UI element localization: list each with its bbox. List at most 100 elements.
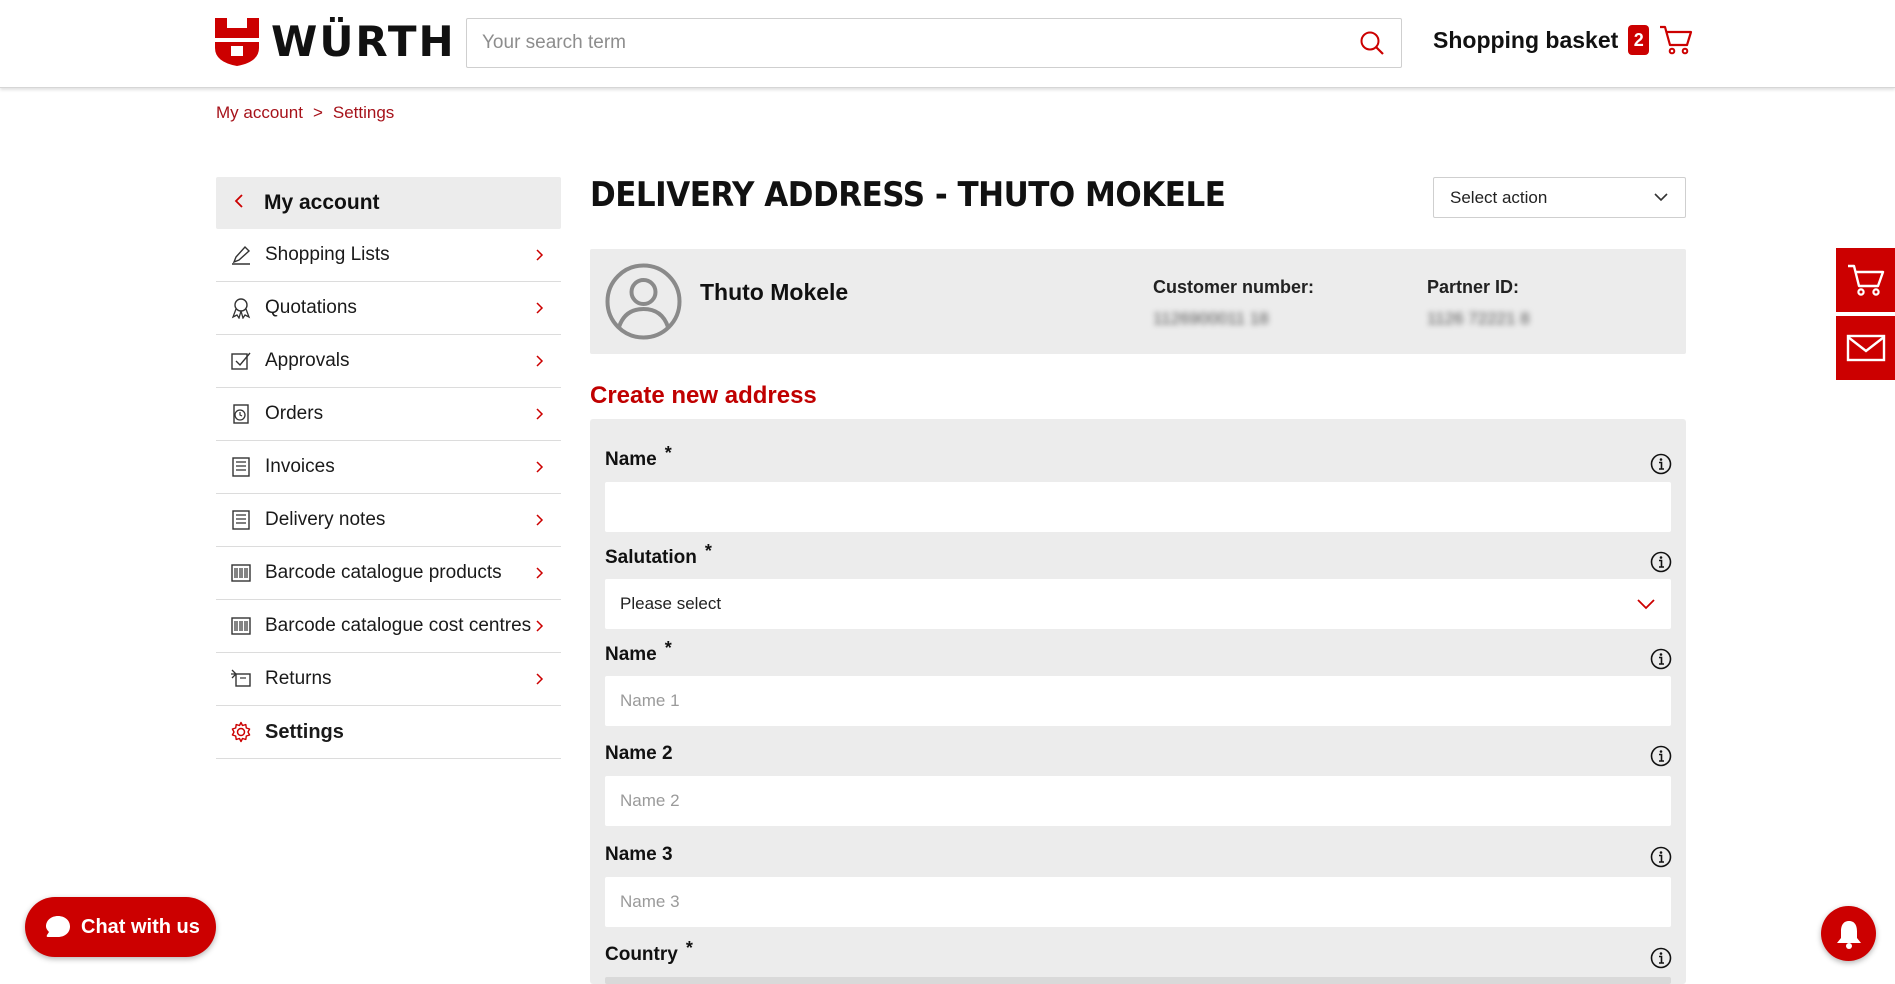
wurth-logo[interactable]: WÜRTH	[215, 18, 456, 66]
country-select[interactable]	[605, 977, 1671, 984]
chevron-right-icon	[536, 673, 544, 685]
sidebar-item-label: Delivery notes	[265, 509, 386, 530]
sidebar-item-orders[interactable]: Orders	[216, 388, 561, 441]
customer-number-value: 1126900011 18	[1153, 309, 1269, 328]
info-icon[interactable]	[1650, 745, 1672, 767]
field-label-text: Name	[605, 449, 657, 470]
required-marker: *	[685, 938, 693, 958]
document-icon	[229, 508, 253, 532]
sidebar-item-label: Orders	[265, 403, 324, 424]
required-marker: *	[664, 638, 672, 658]
page-title: DELIVERY ADDRESS - THUTO MOKELE	[590, 176, 1226, 215]
sidebar-item-label: Returns	[265, 668, 332, 689]
wurth-shield-icon	[215, 18, 259, 66]
customer-card: Thuto Mokele Customer number: 1126900011…	[590, 249, 1686, 354]
chevron-right-icon	[536, 408, 544, 420]
partner-id-value: 1126 72221 8	[1427, 309, 1530, 328]
breadcrumb-separator: >	[312, 103, 323, 122]
sidebar-header-label: My account	[264, 191, 380, 214]
sidebar-item-delivery-notes[interactable]: Delivery notes	[216, 494, 561, 547]
notification-bell-button[interactable]	[1821, 906, 1876, 961]
chat-label: Chat with us	[81, 915, 200, 938]
brand-name: WÜRTH	[271, 17, 456, 66]
sidebar-item-label: Shopping Lists	[265, 244, 390, 265]
chat-with-us-button[interactable]: Chat with us	[25, 897, 216, 957]
chevron-down-icon	[1654, 193, 1668, 202]
cart-icon	[1660, 25, 1693, 55]
account-sidebar: My account Shopping Lists Quotations App…	[216, 177, 561, 759]
breadcrumb-my-account[interactable]: My account	[216, 102, 303, 124]
sidebar-item-settings[interactable]: Settings	[216, 706, 561, 759]
search-input[interactable]	[467, 19, 1327, 67]
field-label-text: Name 2	[605, 743, 673, 764]
sidebar-item-barcode-products[interactable]: Barcode catalogue products	[216, 547, 561, 600]
field-label-name-3: Name 3	[605, 844, 673, 866]
salutation-selected-value: Please select	[620, 594, 722, 613]
select-action-label: Select action	[1450, 187, 1548, 207]
sidebar-item-label: Settings	[265, 720, 344, 743]
pencil-icon	[229, 243, 253, 267]
info-icon[interactable]	[1650, 947, 1672, 969]
sidebar-item-returns[interactable]: Returns	[216, 653, 561, 706]
field-label-name: Name *	[605, 443, 672, 471]
sidebar-header[interactable]: My account	[216, 177, 561, 229]
name-2-input[interactable]	[605, 776, 1671, 826]
info-icon[interactable]	[1650, 453, 1672, 475]
info-icon[interactable]	[1650, 846, 1672, 868]
select-action-dropdown[interactable]: Select action	[1433, 177, 1686, 218]
field-label-name-2: Name 2	[605, 743, 673, 765]
name-input[interactable]	[605, 482, 1671, 532]
sidebar-item-quotations[interactable]: Quotations	[216, 282, 561, 335]
field-label-text: Name 3	[605, 844, 673, 865]
section-title: Create new address	[590, 382, 817, 409]
sidebar-item-approvals[interactable]: Approvals	[216, 335, 561, 388]
search-box	[466, 18, 1402, 68]
basket-label: Shopping basket	[1433, 26, 1619, 53]
info-icon[interactable]	[1650, 551, 1672, 573]
chevron-right-icon	[536, 514, 544, 526]
partner-id-label: Partner ID:	[1427, 277, 1520, 297]
barcode-icon	[229, 561, 253, 585]
required-marker: *	[664, 443, 672, 463]
chevron-right-icon	[536, 567, 544, 579]
chat-bubble-icon	[46, 916, 70, 937]
chevron-left-icon	[234, 192, 264, 215]
sidebar-item-label: Invoices	[265, 456, 335, 477]
sidebar-item-label: Approvals	[265, 350, 350, 371]
orders-icon	[229, 402, 253, 426]
sidebar-item-label: Barcode catalogue products	[265, 562, 502, 583]
sidebar-item-shopping-lists[interactable]: Shopping Lists	[216, 229, 561, 282]
field-label-name-1: Name *	[605, 638, 672, 666]
chevron-right-icon	[536, 355, 544, 367]
checkbox-icon	[229, 349, 253, 373]
customer-name: Thuto Mokele	[700, 279, 849, 305]
chevron-right-icon	[536, 302, 544, 314]
shopping-basket[interactable]: Shopping basket 2	[1433, 24, 1693, 56]
required-marker: *	[704, 541, 712, 561]
customer-number-label: Customer number:	[1153, 277, 1315, 297]
sidebar-item-label: Quotations	[265, 297, 357, 318]
site-header: WÜRTH Shopping basket 2	[0, 0, 1895, 88]
mail-icon	[1846, 334, 1885, 362]
gear-icon	[229, 720, 253, 744]
floating-mail-tab[interactable]	[1836, 316, 1895, 380]
breadcrumb-settings[interactable]: Settings	[333, 102, 394, 124]
user-avatar-icon	[605, 263, 682, 340]
field-label-text: Country	[605, 944, 678, 965]
chevron-right-icon	[536, 620, 544, 632]
returns-icon	[229, 667, 253, 691]
basket-count-badge: 2	[1628, 25, 1650, 55]
ribbon-icon	[229, 296, 253, 320]
salutation-select[interactable]: Please select	[605, 579, 1671, 629]
info-icon[interactable]	[1650, 648, 1672, 670]
name-3-input[interactable]	[605, 877, 1671, 927]
sidebar-item-invoices[interactable]: Invoices	[216, 441, 561, 494]
address-form: Name * Salutation * Please select Name * Na…	[590, 419, 1686, 984]
name-1-input[interactable]	[605, 676, 1671, 726]
chevron-right-icon	[536, 249, 544, 261]
floating-cart-tab[interactable]	[1836, 248, 1895, 312]
sidebar-item-barcode-cost-centres[interactable]: Barcode catalogue cost centres	[216, 600, 561, 653]
chevron-right-icon	[536, 461, 544, 473]
search-icon[interactable]	[1359, 30, 1385, 56]
breadcrumb: My account > Settings	[216, 102, 394, 124]
